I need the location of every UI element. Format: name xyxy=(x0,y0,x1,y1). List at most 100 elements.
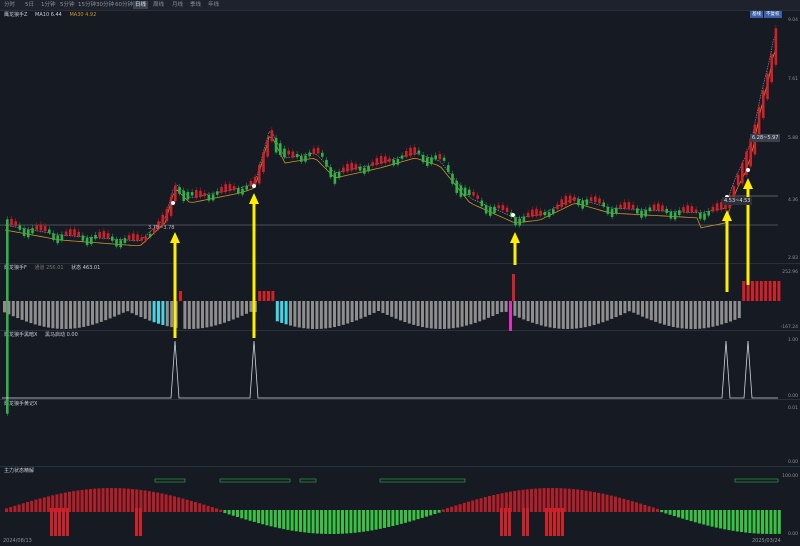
signal-dot xyxy=(252,184,256,188)
mainforce-bar xyxy=(189,500,193,512)
mainforce-bar xyxy=(513,490,517,512)
histogram-bar xyxy=(249,301,253,312)
candle-body xyxy=(421,154,425,163)
mainforce-bar xyxy=(399,510,403,524)
histogram-bar xyxy=(504,301,508,312)
kline-chart[interactable] xyxy=(0,0,800,546)
mainforce-bar xyxy=(370,510,374,531)
mainforce-bar xyxy=(336,510,340,534)
candle-body xyxy=(774,28,778,65)
mainforce-bar xyxy=(719,510,722,529)
mainforce-bar xyxy=(202,504,206,512)
histogram-bar xyxy=(553,301,556,329)
candle-body xyxy=(371,162,374,166)
histogram-bar xyxy=(685,301,688,329)
mainforce-bar xyxy=(567,488,571,512)
mainforce-bar xyxy=(643,504,647,512)
mainforce-bar xyxy=(143,490,147,512)
histogram-bar xyxy=(469,301,473,325)
histogram-bar xyxy=(29,301,33,324)
mainforce-bar xyxy=(496,494,500,512)
mainforce-bar xyxy=(278,510,281,529)
mainforce-bar xyxy=(80,489,84,512)
mainforce-bar xyxy=(553,508,556,536)
candle-body xyxy=(413,147,416,155)
candle-body xyxy=(22,228,26,236)
mainforce-bar xyxy=(584,490,588,512)
histogram-bar xyxy=(346,301,350,324)
mainforce-bar xyxy=(752,510,756,534)
mainforce-bar xyxy=(761,510,764,534)
candle-body xyxy=(564,196,568,206)
candle-body xyxy=(270,130,274,142)
histogram-bar xyxy=(512,274,515,301)
candle-body xyxy=(232,186,236,191)
histogram-bar xyxy=(157,301,160,324)
mainforce-bar xyxy=(777,510,781,534)
histogram-bar xyxy=(619,301,622,316)
histogram-bar xyxy=(381,301,385,313)
candle-body xyxy=(98,232,101,238)
candle-body xyxy=(329,167,332,178)
mainforce-bar xyxy=(282,510,286,530)
mainforce-bar xyxy=(362,510,365,532)
candle-body xyxy=(60,234,64,241)
candle-body xyxy=(81,235,85,241)
histogram-bar xyxy=(302,301,306,329)
histogram-bar xyxy=(482,301,486,320)
candle-body xyxy=(207,194,211,201)
candle-body xyxy=(426,157,429,166)
candle-body xyxy=(476,195,479,199)
candle-body xyxy=(169,196,173,216)
mainforce-bar xyxy=(563,488,567,512)
candle-body xyxy=(43,225,47,232)
histogram-bar xyxy=(121,301,125,313)
mainforce-bar xyxy=(139,508,142,536)
histogram-bar xyxy=(544,301,548,327)
histogram-bar xyxy=(421,301,424,328)
mainforce-bar xyxy=(252,510,256,522)
mainforce-bar xyxy=(538,488,542,512)
mainforce-bar xyxy=(471,500,475,512)
histogram-bar xyxy=(509,301,512,331)
histogram-bar xyxy=(390,301,394,317)
mainforce-bar xyxy=(231,510,235,516)
mainforce-bar xyxy=(303,510,307,533)
candle-body xyxy=(409,147,412,156)
histogram-bar xyxy=(341,301,345,325)
mainforce-bar xyxy=(748,510,752,533)
status-strip xyxy=(219,478,291,483)
histogram-bar xyxy=(64,301,68,329)
mainforce-bar xyxy=(299,510,302,532)
candle-body xyxy=(241,188,244,195)
mainforce-bar xyxy=(672,510,676,517)
histogram-bar xyxy=(201,301,204,329)
histogram-bar xyxy=(135,301,138,316)
mainforce-bar xyxy=(723,510,727,530)
mainforce-bar xyxy=(593,492,596,512)
candle-body xyxy=(463,187,467,197)
histogram-bar xyxy=(456,301,460,328)
mainforce-bar xyxy=(433,510,437,515)
histogram-bar xyxy=(539,301,543,326)
histogram-bar xyxy=(517,301,521,318)
mainforce-bar xyxy=(609,495,613,512)
histogram-bar xyxy=(69,301,72,329)
histogram-bar xyxy=(667,301,671,326)
mainforce-bar xyxy=(769,510,773,534)
signal-arrow-head xyxy=(743,178,753,189)
histogram-bar xyxy=(333,301,336,328)
candle-body xyxy=(64,231,68,236)
candle-body xyxy=(455,180,458,193)
mainforce-bar xyxy=(740,510,743,533)
mainforce-bar xyxy=(72,491,76,512)
status-strip xyxy=(734,478,779,483)
ma30-line xyxy=(4,45,778,247)
candle-body xyxy=(111,236,114,241)
mainforce-bar xyxy=(395,510,399,525)
mainforce-bar xyxy=(42,497,46,512)
mainforce-bar xyxy=(366,510,370,532)
mainforce-bar xyxy=(345,510,349,534)
candle-body xyxy=(102,231,106,238)
mainforce-bar xyxy=(9,507,13,512)
